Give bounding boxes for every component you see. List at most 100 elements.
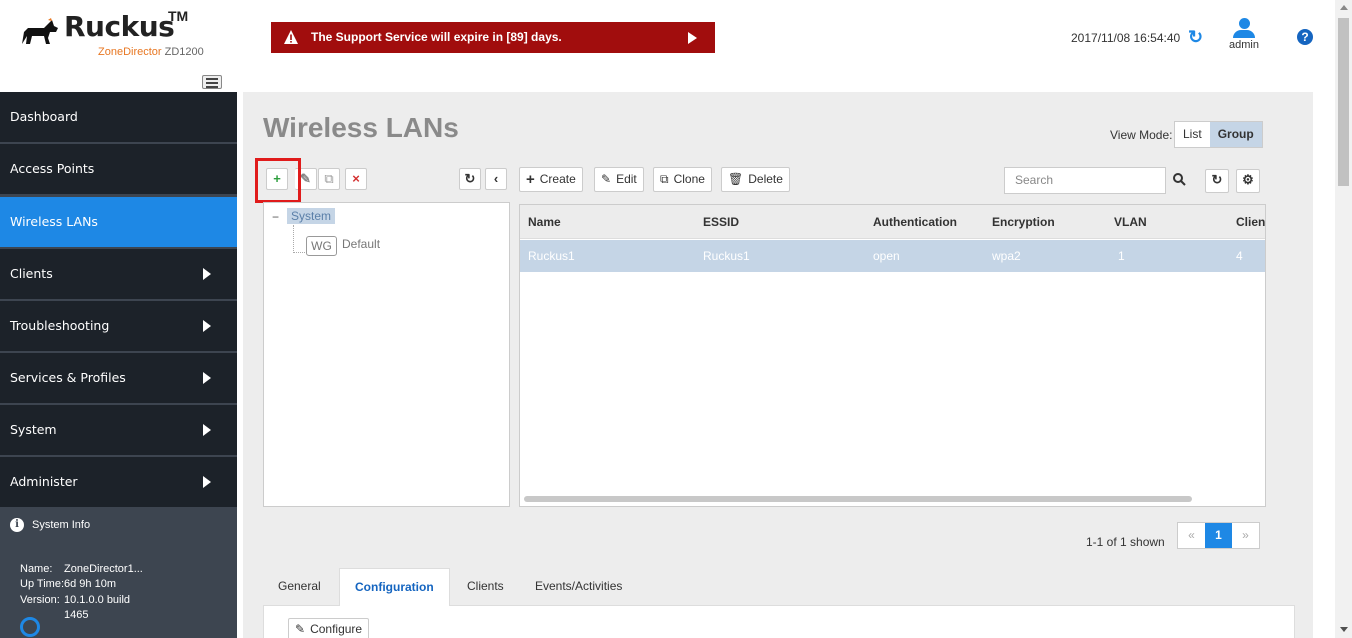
cell-authentication: open [873,249,900,263]
product-name: ZoneDirector ZD1200 [98,46,204,58]
ruckus-logo: Ruckus TM ZoneDirector ZD1200 [18,8,228,60]
view-mode-list-button[interactable]: List [1175,122,1210,147]
tab-general[interactable]: General [263,568,336,606]
sidebar-item-administer[interactable]: Administer [0,457,237,507]
settings-gear-icon[interactable]: ⚙ [1236,169,1260,193]
column-header-encryption[interactable]: Encryption [992,215,1055,229]
app-header: Ruckus TM ZoneDirector ZD1200 The Suppor… [0,0,1335,70]
page-scrollbar[interactable] [1335,0,1352,638]
cell-vlan: 1 [1118,249,1125,263]
sidebar-item-label: System [10,422,57,437]
clone-group-button[interactable]: ⧉ [318,168,340,190]
plus-icon: + [526,171,535,188]
column-header-name[interactable]: Name [528,215,561,229]
scroll-up-arrow-icon[interactable] [1340,5,1348,10]
warning-icon [284,30,298,44]
column-header-vlan[interactable]: VLAN [1114,215,1147,229]
column-header-authentication[interactable]: Authentication [873,215,957,229]
delete-label: Delete [748,172,783,186]
configure-label: Configure [310,621,363,636]
trash-icon: 🗑 [728,172,744,186]
menu-toggle-button[interactable] [202,75,222,89]
sidebar-item-dashboard[interactable]: Dashboard [0,92,237,142]
tree-collapse-toggle[interactable]: − [272,210,279,224]
pagination: « 1 » [1177,522,1260,549]
sysinfo-name-key: Name: [20,563,53,575]
brand-tm: TM [168,8,189,24]
tab-content [263,605,1295,638]
user-name: admin [1229,39,1259,51]
sidebar-item-wireless-lans[interactable]: Wireless LANs [0,197,237,247]
tab-clients[interactable]: Clients [452,568,519,606]
create-button[interactable]: + Create [519,167,583,192]
search-input[interactable]: Search [1004,167,1166,194]
pagination-next[interactable]: » [1232,523,1259,548]
clone-label: Clone [673,172,705,186]
tab-configuration[interactable]: Configuration [339,568,450,606]
chevron-right-icon [203,320,211,332]
configure-button[interactable]: ✎ Configure [288,618,370,638]
chevron-right-icon [203,372,211,384]
horizontal-scrollbar[interactable] [524,496,1192,502]
edit-label: Edit [616,172,637,186]
table-header: Name ESSID Authentication Encryption VLA… [520,205,1265,239]
pencil-icon: ✎ [295,621,306,636]
help-icon[interactable]: ? [1297,29,1313,45]
clone-button[interactable]: ⧉ Clone [653,167,712,192]
pagination-page-1[interactable]: 1 [1205,523,1232,548]
create-label: Create [539,172,576,186]
scroll-thumb[interactable] [1338,18,1349,186]
dog-logo-icon [22,18,58,44]
tree-connector [293,225,294,253]
pagination-prev[interactable]: « [1178,523,1205,548]
pencil-icon: ✎ [601,172,612,186]
play-arrow-icon[interactable] [688,32,697,44]
info-icon: i [10,518,24,532]
support-alert-banner[interactable]: The Support Service will expire in [89] … [271,22,715,53]
tree-node-default[interactable]: Default [342,237,380,251]
sidebar-item-label: Wireless LANs [10,214,98,229]
sidebar-item-clients[interactable]: Clients [0,249,237,299]
current-datetime: 2017/11/08 16:54:40 [1071,31,1181,45]
sysinfo-uptime-key: Up Time: [20,578,65,590]
collapse-panel-button[interactable]: ‹ [485,168,507,190]
sidebar-item-services-profiles[interactable]: Services & Profiles [0,353,237,403]
clone-icon: ⧉ [660,172,669,186]
column-header-essid[interactable]: ESSID [703,215,739,229]
scroll-down-arrow-icon[interactable] [1340,627,1348,632]
table-row[interactable]: Ruckus1 Ruckus1 open wpa2 1 4 [520,240,1265,272]
sysinfo-version-row: Version: 10.1.0.0 build [20,594,130,606]
product-label: ZoneDirector [98,46,162,58]
sidebar-item-access-points[interactable]: Access Points [0,144,237,194]
wlan-group-badge: WG [306,236,337,256]
sidebar-item-system[interactable]: System [0,405,237,455]
sidebar-item-label: Troubleshooting [10,318,110,333]
sysinfo-name-row: Name: ZoneDirector1... [20,563,143,575]
sysinfo-build: 1465 [64,609,89,621]
model-label: ZD1200 [164,46,204,58]
sidebar-item-label: Access Points [10,161,95,176]
search-icon[interactable] [1172,172,1186,186]
tree-refresh-button[interactable]: ↻ [459,168,481,190]
delete-group-button[interactable]: × [345,168,367,190]
cell-essid: Ruckus1 [703,249,750,263]
sidebar-item-troubleshooting[interactable]: Troubleshooting [0,301,237,351]
tree-node-system[interactable]: System [287,208,336,224]
user-menu[interactable]: admin [1226,18,1262,51]
view-mode-group-button[interactable]: Group [1209,122,1262,147]
tab-events-activities[interactable]: Events/Activities [520,568,637,606]
status-ring-icon [20,617,40,637]
grid-refresh-button[interactable]: ↻ [1205,169,1229,193]
delete-button[interactable]: 🗑 Delete [721,167,790,192]
refresh-icon[interactable]: ↻ [1188,27,1203,48]
edit-button[interactable]: ✎ Edit [594,167,644,192]
cell-name: Ruckus1 [528,249,575,263]
column-header-clients[interactable]: Clien [1236,215,1265,229]
chevron-right-icon [203,268,211,280]
tree-connector [293,252,305,253]
group-tree-panel [263,202,510,507]
chevron-right-icon [203,424,211,436]
sidebar-item-label: Administer [10,474,78,489]
sidebar-item-label: Clients [10,266,53,281]
cell-clients: 4 [1236,249,1243,263]
